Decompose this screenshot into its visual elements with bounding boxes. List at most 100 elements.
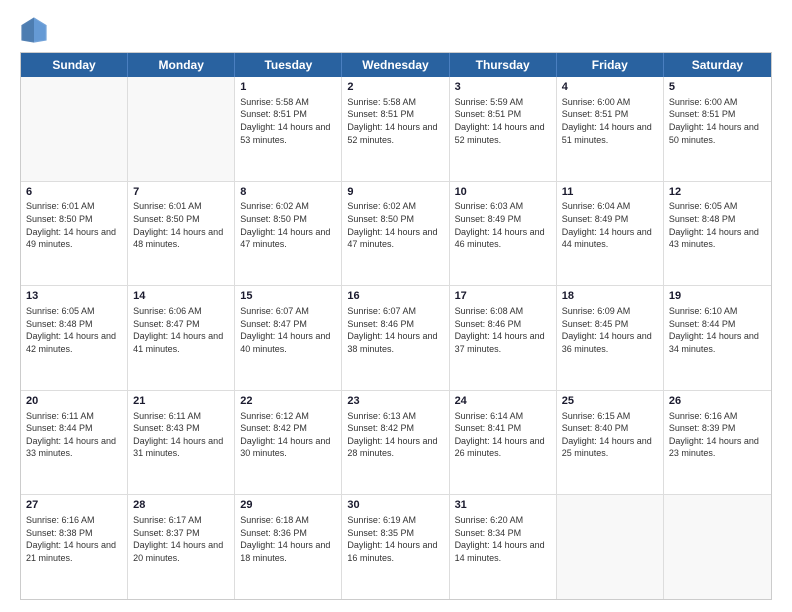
calendar-week-1: 1Sunrise: 5:58 AM Sunset: 8:51 PM Daylig… bbox=[21, 77, 771, 182]
calendar-day-4: 4Sunrise: 6:00 AM Sunset: 8:51 PM Daylig… bbox=[557, 77, 664, 181]
day-number: 12 bbox=[669, 185, 766, 200]
day-number: 15 bbox=[240, 289, 336, 304]
cell-info: Sunrise: 6:10 AM Sunset: 8:44 PM Dayligh… bbox=[669, 305, 766, 355]
calendar-body: 1Sunrise: 5:58 AM Sunset: 8:51 PM Daylig… bbox=[21, 77, 771, 599]
day-number: 22 bbox=[240, 394, 336, 409]
day-number: 30 bbox=[347, 498, 443, 513]
logo-icon bbox=[20, 16, 48, 44]
calendar-day-8: 8Sunrise: 6:02 AM Sunset: 8:50 PM Daylig… bbox=[235, 182, 342, 286]
calendar-header: SundayMondayTuesdayWednesdayThursdayFrid… bbox=[21, 53, 771, 77]
header-day-thursday: Thursday bbox=[450, 53, 557, 77]
header-day-wednesday: Wednesday bbox=[342, 53, 449, 77]
calendar-day-13: 13Sunrise: 6:05 AM Sunset: 8:48 PM Dayli… bbox=[21, 286, 128, 390]
cell-info: Sunrise: 6:03 AM Sunset: 8:49 PM Dayligh… bbox=[455, 200, 551, 250]
day-number: 13 bbox=[26, 289, 122, 304]
header-day-monday: Monday bbox=[128, 53, 235, 77]
cell-info: Sunrise: 6:05 AM Sunset: 8:48 PM Dayligh… bbox=[669, 200, 766, 250]
day-number: 17 bbox=[455, 289, 551, 304]
calendar-day-11: 11Sunrise: 6:04 AM Sunset: 8:49 PM Dayli… bbox=[557, 182, 664, 286]
header-day-tuesday: Tuesday bbox=[235, 53, 342, 77]
day-number: 3 bbox=[455, 80, 551, 95]
calendar-day-29: 29Sunrise: 6:18 AM Sunset: 8:36 PM Dayli… bbox=[235, 495, 342, 599]
cell-info: Sunrise: 6:00 AM Sunset: 8:51 PM Dayligh… bbox=[562, 96, 658, 146]
cell-info: Sunrise: 6:18 AM Sunset: 8:36 PM Dayligh… bbox=[240, 514, 336, 564]
cell-info: Sunrise: 6:16 AM Sunset: 8:39 PM Dayligh… bbox=[669, 410, 766, 460]
cell-info: Sunrise: 6:00 AM Sunset: 8:51 PM Dayligh… bbox=[669, 96, 766, 146]
day-number: 14 bbox=[133, 289, 229, 304]
calendar-day-1: 1Sunrise: 5:58 AM Sunset: 8:51 PM Daylig… bbox=[235, 77, 342, 181]
cell-info: Sunrise: 6:15 AM Sunset: 8:40 PM Dayligh… bbox=[562, 410, 658, 460]
day-number: 21 bbox=[133, 394, 229, 409]
calendar-day-6: 6Sunrise: 6:01 AM Sunset: 8:50 PM Daylig… bbox=[21, 182, 128, 286]
calendar-week-3: 13Sunrise: 6:05 AM Sunset: 8:48 PM Dayli… bbox=[21, 286, 771, 391]
calendar-day-9: 9Sunrise: 6:02 AM Sunset: 8:50 PM Daylig… bbox=[342, 182, 449, 286]
calendar-day-15: 15Sunrise: 6:07 AM Sunset: 8:47 PM Dayli… bbox=[235, 286, 342, 390]
day-number: 9 bbox=[347, 185, 443, 200]
calendar-day-26: 26Sunrise: 6:16 AM Sunset: 8:39 PM Dayli… bbox=[664, 391, 771, 495]
calendar-day-17: 17Sunrise: 6:08 AM Sunset: 8:46 PM Dayli… bbox=[450, 286, 557, 390]
cell-info: Sunrise: 6:08 AM Sunset: 8:46 PM Dayligh… bbox=[455, 305, 551, 355]
day-number: 11 bbox=[562, 185, 658, 200]
cell-info: Sunrise: 5:58 AM Sunset: 8:51 PM Dayligh… bbox=[347, 96, 443, 146]
day-number: 7 bbox=[133, 185, 229, 200]
cell-info: Sunrise: 6:05 AM Sunset: 8:48 PM Dayligh… bbox=[26, 305, 122, 355]
calendar-empty-cell bbox=[21, 77, 128, 181]
cell-info: Sunrise: 6:07 AM Sunset: 8:47 PM Dayligh… bbox=[240, 305, 336, 355]
cell-info: Sunrise: 6:09 AM Sunset: 8:45 PM Dayligh… bbox=[562, 305, 658, 355]
day-number: 16 bbox=[347, 289, 443, 304]
cell-info: Sunrise: 6:04 AM Sunset: 8:49 PM Dayligh… bbox=[562, 200, 658, 250]
calendar-day-25: 25Sunrise: 6:15 AM Sunset: 8:40 PM Dayli… bbox=[557, 391, 664, 495]
cell-info: Sunrise: 6:14 AM Sunset: 8:41 PM Dayligh… bbox=[455, 410, 551, 460]
cell-info: Sunrise: 6:12 AM Sunset: 8:42 PM Dayligh… bbox=[240, 410, 336, 460]
cell-info: Sunrise: 6:16 AM Sunset: 8:38 PM Dayligh… bbox=[26, 514, 122, 564]
header bbox=[20, 16, 772, 44]
day-number: 5 bbox=[669, 80, 766, 95]
cell-info: Sunrise: 6:01 AM Sunset: 8:50 PM Dayligh… bbox=[133, 200, 229, 250]
calendar-day-27: 27Sunrise: 6:16 AM Sunset: 8:38 PM Dayli… bbox=[21, 495, 128, 599]
calendar-day-28: 28Sunrise: 6:17 AM Sunset: 8:37 PM Dayli… bbox=[128, 495, 235, 599]
day-number: 28 bbox=[133, 498, 229, 513]
calendar-day-23: 23Sunrise: 6:13 AM Sunset: 8:42 PM Dayli… bbox=[342, 391, 449, 495]
calendar-week-2: 6Sunrise: 6:01 AM Sunset: 8:50 PM Daylig… bbox=[21, 182, 771, 287]
cell-info: Sunrise: 5:58 AM Sunset: 8:51 PM Dayligh… bbox=[240, 96, 336, 146]
calendar-day-20: 20Sunrise: 6:11 AM Sunset: 8:44 PM Dayli… bbox=[21, 391, 128, 495]
cell-info: Sunrise: 6:07 AM Sunset: 8:46 PM Dayligh… bbox=[347, 305, 443, 355]
cell-info: Sunrise: 6:20 AM Sunset: 8:34 PM Dayligh… bbox=[455, 514, 551, 564]
calendar-day-16: 16Sunrise: 6:07 AM Sunset: 8:46 PM Dayli… bbox=[342, 286, 449, 390]
day-number: 20 bbox=[26, 394, 122, 409]
day-number: 4 bbox=[562, 80, 658, 95]
day-number: 25 bbox=[562, 394, 658, 409]
page: SundayMondayTuesdayWednesdayThursdayFrid… bbox=[0, 0, 792, 612]
calendar-day-14: 14Sunrise: 6:06 AM Sunset: 8:47 PM Dayli… bbox=[128, 286, 235, 390]
calendar-day-5: 5Sunrise: 6:00 AM Sunset: 8:51 PM Daylig… bbox=[664, 77, 771, 181]
cell-info: Sunrise: 6:19 AM Sunset: 8:35 PM Dayligh… bbox=[347, 514, 443, 564]
calendar-empty-cell bbox=[664, 495, 771, 599]
day-number: 31 bbox=[455, 498, 551, 513]
cell-info: Sunrise: 6:13 AM Sunset: 8:42 PM Dayligh… bbox=[347, 410, 443, 460]
cell-info: Sunrise: 6:11 AM Sunset: 8:43 PM Dayligh… bbox=[133, 410, 229, 460]
calendar-day-24: 24Sunrise: 6:14 AM Sunset: 8:41 PM Dayli… bbox=[450, 391, 557, 495]
header-day-friday: Friday bbox=[557, 53, 664, 77]
cell-info: Sunrise: 6:02 AM Sunset: 8:50 PM Dayligh… bbox=[240, 200, 336, 250]
calendar-week-5: 27Sunrise: 6:16 AM Sunset: 8:38 PM Dayli… bbox=[21, 495, 771, 599]
calendar-day-30: 30Sunrise: 6:19 AM Sunset: 8:35 PM Dayli… bbox=[342, 495, 449, 599]
calendar-day-19: 19Sunrise: 6:10 AM Sunset: 8:44 PM Dayli… bbox=[664, 286, 771, 390]
calendar-day-18: 18Sunrise: 6:09 AM Sunset: 8:45 PM Dayli… bbox=[557, 286, 664, 390]
calendar-day-12: 12Sunrise: 6:05 AM Sunset: 8:48 PM Dayli… bbox=[664, 182, 771, 286]
calendar-week-4: 20Sunrise: 6:11 AM Sunset: 8:44 PM Dayli… bbox=[21, 391, 771, 496]
day-number: 18 bbox=[562, 289, 658, 304]
header-day-sunday: Sunday bbox=[21, 53, 128, 77]
calendar-day-31: 31Sunrise: 6:20 AM Sunset: 8:34 PM Dayli… bbox=[450, 495, 557, 599]
cell-info: Sunrise: 5:59 AM Sunset: 8:51 PM Dayligh… bbox=[455, 96, 551, 146]
cell-info: Sunrise: 6:02 AM Sunset: 8:50 PM Dayligh… bbox=[347, 200, 443, 250]
day-number: 10 bbox=[455, 185, 551, 200]
calendar-empty-cell bbox=[128, 77, 235, 181]
day-number: 23 bbox=[347, 394, 443, 409]
day-number: 1 bbox=[240, 80, 336, 95]
day-number: 8 bbox=[240, 185, 336, 200]
day-number: 24 bbox=[455, 394, 551, 409]
calendar-empty-cell bbox=[557, 495, 664, 599]
day-number: 2 bbox=[347, 80, 443, 95]
cell-info: Sunrise: 6:06 AM Sunset: 8:47 PM Dayligh… bbox=[133, 305, 229, 355]
day-number: 29 bbox=[240, 498, 336, 513]
